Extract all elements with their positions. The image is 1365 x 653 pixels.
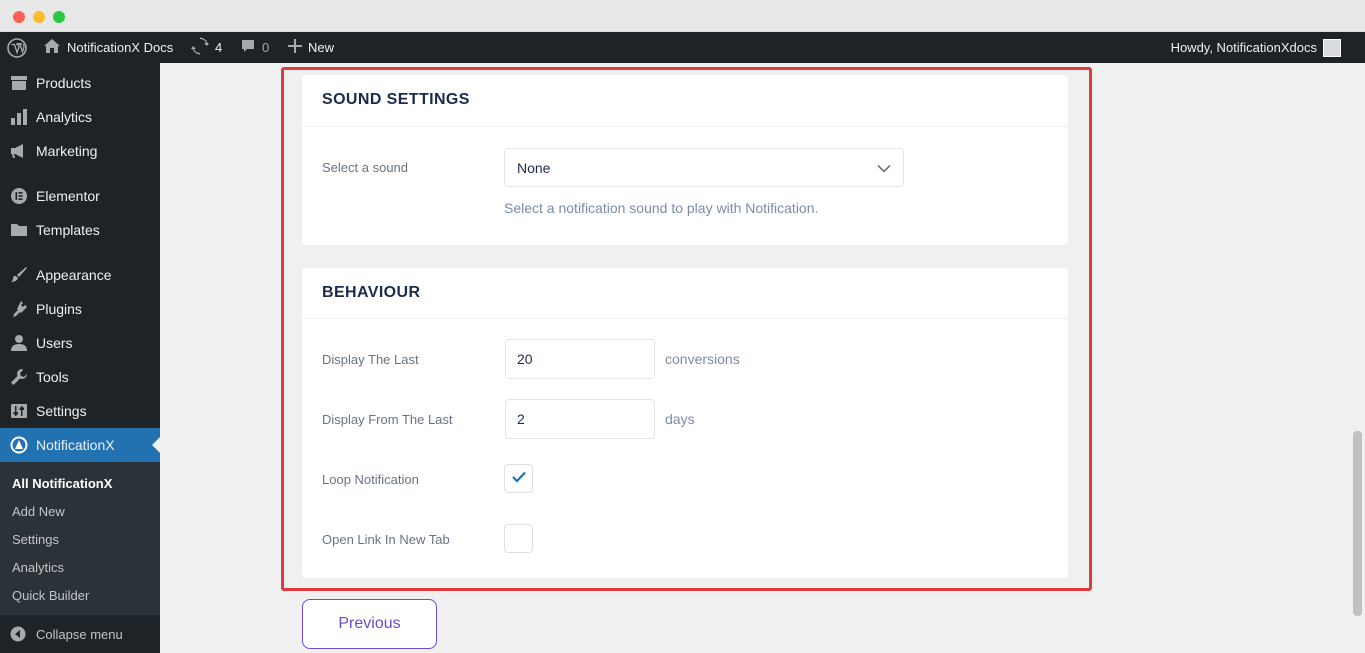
- sidebar-item-label: Tools: [36, 369, 69, 385]
- sidebar-item-label: Elementor: [36, 188, 100, 204]
- conversions-suffix: conversions: [665, 351, 740, 367]
- elementor-icon: [0, 187, 36, 205]
- sidebar-item-users[interactable]: Users: [0, 326, 160, 360]
- site-name: NotificationX Docs: [67, 40, 174, 55]
- sound-help-text: Select a notification sound to play with…: [504, 200, 819, 216]
- site-name-link[interactable]: NotificationX Docs: [43, 32, 173, 63]
- display-from-label: Display From The Last: [322, 412, 453, 427]
- comment-icon: [240, 38, 256, 57]
- user-icon: [0, 334, 36, 352]
- display-last-label: Display The Last: [322, 352, 419, 367]
- notificationx-icon: [0, 436, 36, 454]
- updates-count: 4: [215, 40, 223, 55]
- display-last-input[interactable]: 20: [505, 339, 655, 379]
- sidebar-item-templates[interactable]: Templates: [0, 213, 160, 247]
- active-menu-arrow: [152, 437, 160, 453]
- display-from-input[interactable]: 2: [505, 399, 655, 439]
- checkmark-icon: [511, 470, 526, 488]
- submenu-settings[interactable]: Settings: [12, 532, 59, 547]
- comments-link[interactable]: 0: [240, 32, 269, 63]
- close-window-button[interactable]: [13, 11, 25, 23]
- sidebar-item-label: Products: [36, 75, 92, 91]
- plus-icon: [288, 39, 302, 56]
- sidebar-item-label: Settings: [36, 403, 87, 419]
- divider: [302, 318, 1068, 319]
- updates-link[interactable]: 4: [191, 32, 222, 63]
- sidebar-item-settings[interactable]: Settings: [0, 394, 160, 428]
- sound-select-value: None: [517, 159, 551, 176]
- display-last-value: 20: [517, 351, 533, 367]
- sidebar-item-label: NotificationX: [36, 437, 115, 453]
- divider: [302, 126, 1068, 127]
- maximize-window-button[interactable]: [53, 11, 65, 23]
- sidebar-item-products[interactable]: Products: [0, 66, 160, 100]
- sidebar-item-label: Plugins: [36, 301, 82, 317]
- new-content-link[interactable]: New: [288, 32, 334, 63]
- folder-icon: [0, 222, 36, 238]
- behaviour-card: BEHAVIOUR Display The Last 20 conversion…: [302, 268, 1068, 578]
- open-link-new-tab-checkbox[interactable]: [504, 524, 533, 553]
- submenu-all-notificationx[interactable]: All NotificationX: [12, 476, 112, 491]
- admin-bar: NotificationX Docs 4 0 New Howdy, Notifi…: [0, 32, 1365, 63]
- submenu-add-new[interactable]: Add New: [12, 504, 65, 519]
- updates-icon: [191, 37, 209, 58]
- sound-select[interactable]: None: [504, 148, 904, 187]
- window-titlebar: [0, 0, 1365, 32]
- submenu-analytics[interactable]: Analytics: [12, 560, 64, 575]
- sidebar-item-analytics[interactable]: Analytics: [0, 100, 160, 134]
- wrench-icon: [0, 368, 36, 386]
- days-suffix: days: [665, 411, 695, 427]
- minimize-window-button[interactable]: [33, 11, 45, 23]
- megaphone-icon: [0, 143, 36, 159]
- sidebar-item-elementor[interactable]: Elementor: [0, 179, 160, 213]
- sidebar-item-plugins[interactable]: Plugins: [0, 292, 160, 326]
- bar-chart-icon: [0, 109, 36, 125]
- sidebar-item-tools[interactable]: Tools: [0, 360, 160, 394]
- new-label: New: [308, 40, 335, 55]
- submenu-quick-builder[interactable]: Quick Builder: [12, 588, 89, 603]
- paintbrush-icon: [0, 266, 36, 284]
- plug-icon: [0, 300, 36, 318]
- collapse-arrow-icon: [0, 626, 36, 642]
- my-account-link[interactable]: Howdy, NotificationXdocs: [1171, 32, 1341, 63]
- loop-notification-checkbox[interactable]: [504, 464, 533, 493]
- loop-notification-label: Loop Notification: [322, 472, 419, 487]
- comments-count: 0: [262, 40, 270, 55]
- sidebar-item-label: Marketing: [36, 143, 98, 159]
- collapse-menu-button[interactable]: Collapse menu: [0, 622, 160, 646]
- home-icon: [43, 38, 61, 57]
- sidebar-item-marketing[interactable]: Marketing: [0, 134, 160, 168]
- sound-settings-title: SOUND SETTINGS: [322, 91, 470, 108]
- sidebar-item-label: Analytics: [36, 109, 93, 125]
- sidebar-item-label: Templates: [36, 222, 100, 238]
- sidebar-item-label: Appearance: [36, 267, 112, 283]
- previous-button[interactable]: Previous: [302, 599, 437, 649]
- scrollbar-thumb[interactable]: [1353, 431, 1362, 616]
- behaviour-title: BEHAVIOUR: [322, 284, 421, 301]
- sliders-icon: [0, 403, 36, 419]
- archive-icon: [0, 75, 36, 91]
- sidebar-item-notificationx[interactable]: NotificationX: [0, 428, 160, 462]
- wordpress-logo-icon[interactable]: [7, 32, 27, 63]
- display-from-value: 2: [517, 411, 525, 427]
- notificationx-submenu: All NotificationX Add New Settings Analy…: [0, 462, 160, 615]
- page-scrollbar[interactable]: [1350, 63, 1365, 653]
- collapse-label: Collapse menu: [36, 626, 123, 642]
- open-link-new-tab-label: Open Link In New Tab: [322, 532, 450, 547]
- select-sound-label: Select a sound: [322, 160, 409, 175]
- chevron-down-icon: [877, 160, 891, 176]
- howdy-text: Howdy, NotificationXdocs: [1170, 40, 1317, 55]
- sidebar-item-label: Users: [36, 335, 73, 351]
- avatar: [1323, 38, 1341, 57]
- admin-sidebar: Products Analytics Marketing Elementor T…: [0, 63, 160, 653]
- sidebar-item-appearance[interactable]: Appearance: [0, 258, 160, 292]
- sound-settings-card: SOUND SETTINGS Select a sound None Selec…: [302, 75, 1068, 245]
